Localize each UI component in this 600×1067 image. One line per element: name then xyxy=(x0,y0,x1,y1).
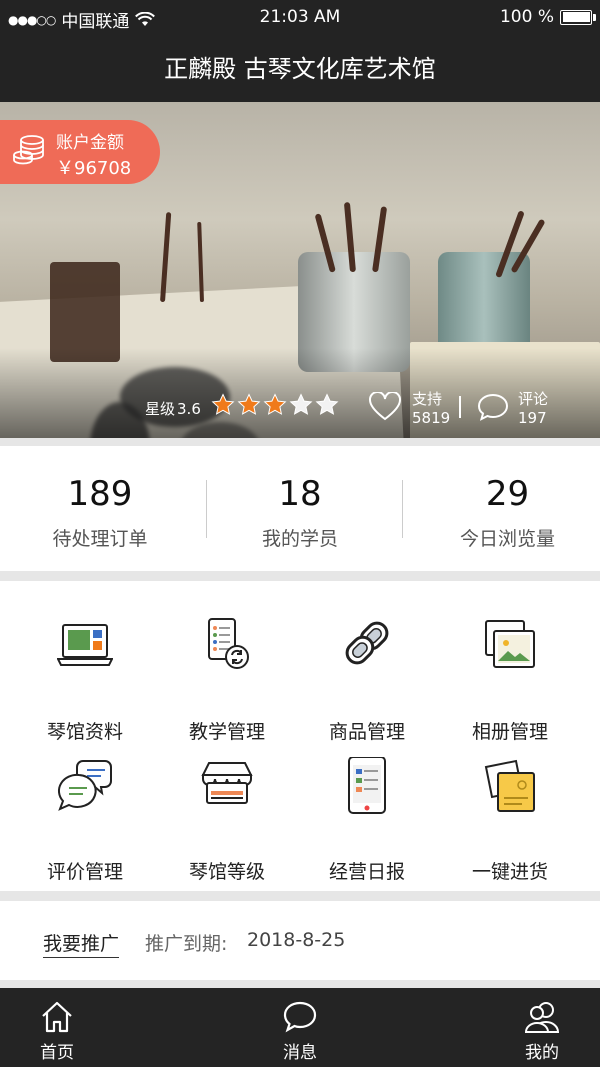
star-filled-icon xyxy=(237,393,261,415)
tab-mine[interactable]: 我的 xyxy=(487,988,597,1067)
battery-icon xyxy=(560,9,596,25)
bottom-tab-bar: 首页 消息 我的 xyxy=(0,988,600,1067)
phone-report-icon xyxy=(348,757,386,814)
stat-pending-orders[interactable]: 189 待处理订单 xyxy=(0,446,200,571)
support-count: 5819 xyxy=(412,409,451,427)
balance-label: 账户金额 xyxy=(56,133,124,153)
menu-item-products[interactable]: 商品管理 xyxy=(297,617,437,743)
star-empty-icon xyxy=(315,393,339,415)
heart-icon[interactable] xyxy=(368,392,402,422)
stat-label: 我的学员 xyxy=(261,528,338,550)
menu-item-label: 教学管理 xyxy=(188,721,265,743)
menu-item-label: 一键进货 xyxy=(471,861,548,883)
stat-value: 18 xyxy=(278,474,322,514)
menu-item-label: 琴馆等级 xyxy=(188,861,265,883)
tab-label: 我的 xyxy=(525,1043,559,1063)
stat-value: 189 xyxy=(67,474,133,514)
menu-item-hall-info[interactable]: 琴馆资料 xyxy=(15,617,155,743)
battery-percent: 100 % xyxy=(499,7,554,27)
support-label: 支持 xyxy=(412,390,443,408)
message-icon xyxy=(283,1001,317,1033)
star-filled-icon xyxy=(263,393,287,415)
rating-stars xyxy=(211,393,339,417)
account-balance-badge[interactable]: 账户金额 ￥96708 xyxy=(0,120,160,184)
stat-value: 29 xyxy=(485,474,530,514)
promotion-expiry-label: 推广到期: xyxy=(145,933,228,955)
tab-home[interactable]: 首页 xyxy=(2,988,112,1067)
comments-label: 评论 xyxy=(518,390,549,408)
stats-panel: 189 待处理订单 18 我的学员 29 今日浏览量 xyxy=(0,446,600,571)
comment-icon[interactable] xyxy=(476,392,510,422)
comments-count: 197 xyxy=(518,409,547,427)
promote-link[interactable]: 我要推广 xyxy=(43,929,120,958)
stat-label: 今日浏览量 xyxy=(459,528,555,550)
tab-messages[interactable]: 消息 xyxy=(245,988,355,1067)
hero-info-row: 星级 3.6 支持 5819 评论 197 xyxy=(0,388,600,432)
balance-amount: ￥96708 xyxy=(56,158,132,179)
stat-label: 待处理订单 xyxy=(52,528,148,550)
menu-item-label: 相册管理 xyxy=(471,721,548,743)
laptop-icon xyxy=(57,624,113,666)
menu-item-reviews[interactable]: 评价管理 xyxy=(15,757,155,883)
menu-item-label: 商品管理 xyxy=(328,721,405,743)
function-grid: 琴馆资料 教学管理 商品管理 相册管理 评价管理 琴馆等级 经营日报 一键进货 xyxy=(0,581,600,891)
menu-item-label: 琴馆资料 xyxy=(46,721,123,743)
sticky-notes-icon xyxy=(484,759,535,812)
storefront-icon xyxy=(201,762,253,804)
home-icon xyxy=(42,1001,72,1033)
menu-item-label: 评价管理 xyxy=(46,861,123,883)
rating-label: 星级 3.6 xyxy=(145,400,201,418)
coins-icon xyxy=(13,135,44,165)
promotion-expiry-date: 2018-8-25 xyxy=(247,929,346,951)
user-icon xyxy=(524,1002,560,1033)
tab-label: 首页 xyxy=(40,1043,74,1063)
info-divider xyxy=(459,396,461,418)
menu-item-hall-level[interactable]: 琴馆等级 xyxy=(157,757,297,883)
promotion-row: 我要推广 推广到期: 2018-8-25 xyxy=(0,901,600,980)
stat-my-students[interactable]: 18 我的学员 xyxy=(200,446,400,571)
schedule-icon xyxy=(208,618,249,669)
status-bar: ●●●○○ 中国联通 21:03 AM 100 % xyxy=(0,0,600,36)
menu-item-album[interactable]: 相册管理 xyxy=(440,617,580,743)
chat-bubbles-icon xyxy=(57,760,112,811)
star-empty-icon xyxy=(289,393,313,415)
menu-item-restock[interactable]: 一键进货 xyxy=(440,757,580,883)
page-title: 正麟殿 古琴文化库艺术馆 xyxy=(0,36,600,102)
star-filled-icon xyxy=(211,393,235,415)
menu-item-teaching[interactable]: 教学管理 xyxy=(157,617,297,743)
menu-item-label: 经营日报 xyxy=(328,861,405,883)
stat-today-views[interactable]: 29 今日浏览量 xyxy=(400,446,600,571)
tab-label: 消息 xyxy=(283,1043,317,1063)
menu-item-daily-report[interactable]: 经营日报 xyxy=(297,757,437,883)
chain-link-icon xyxy=(345,621,389,665)
photo-album-icon xyxy=(485,620,535,668)
